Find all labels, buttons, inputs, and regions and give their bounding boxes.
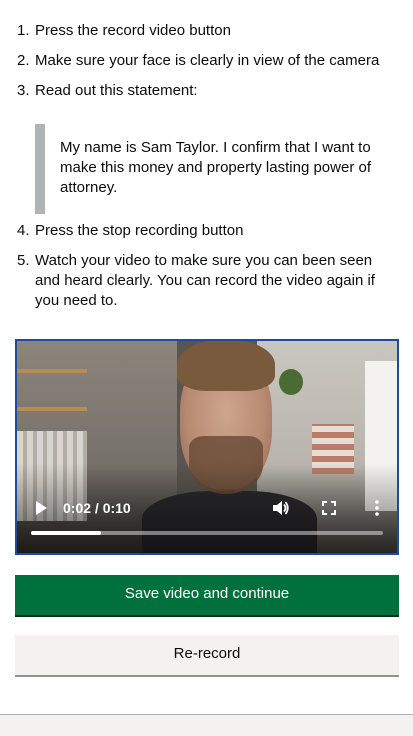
fullscreen-icon[interactable] — [317, 496, 341, 520]
re-record-button[interactable]: Re-record — [15, 635, 399, 675]
video-time: 0:02 / 0:10 — [63, 500, 131, 516]
page-footer — [0, 715, 413, 736]
instruction-text: Make sure your face is clearly in view o… — [35, 52, 380, 69]
statement-text: My name is Sam Taylor. I confirm that I … — [60, 139, 371, 196]
video-frame — [17, 341, 397, 553]
shelf — [17, 407, 87, 411]
person-hair — [177, 341, 275, 391]
instruction-text: Read out this statement: — [35, 82, 198, 99]
plant — [279, 369, 303, 395]
play-icon[interactable] — [29, 496, 53, 520]
instruction-number: 1. — [17, 22, 30, 39]
video-player[interactable]: 0:02 / 0:10 — [15, 339, 399, 555]
instruction-number: 5. — [17, 252, 30, 269]
instruction-text: Watch your video to make sure you can be… — [35, 252, 375, 309]
save-video-button[interactable]: Save video and continue — [15, 575, 399, 615]
video-controls: 0:02 / 0:10 — [17, 495, 397, 521]
instruction-text: Press the stop recording button — [35, 222, 244, 239]
statement-inset: My name is Sam Taylor. I confirm that I … — [35, 124, 390, 214]
instruction-item: 5. Watch your video to make sure you can… — [17, 251, 397, 311]
volume-icon[interactable] — [269, 496, 293, 520]
instruction-number: 2. — [17, 52, 30, 69]
instruction-item: 1. Press the record video button — [17, 21, 397, 41]
video-progress-fill — [31, 531, 102, 535]
instruction-item: 3. Read out this statement: — [17, 81, 397, 101]
instruction-number: 4. — [17, 222, 30, 239]
shelf — [17, 369, 87, 373]
more-options-icon[interactable] — [365, 496, 389, 520]
instruction-number: 3. — [17, 82, 30, 99]
instruction-item: 2. Make sure your face is clearly in vie… — [17, 51, 397, 71]
video-progress-bar[interactable] — [31, 531, 383, 535]
instruction-text: Press the record video button — [35, 22, 231, 39]
instruction-item: 4. Press the stop recording button — [17, 221, 397, 241]
